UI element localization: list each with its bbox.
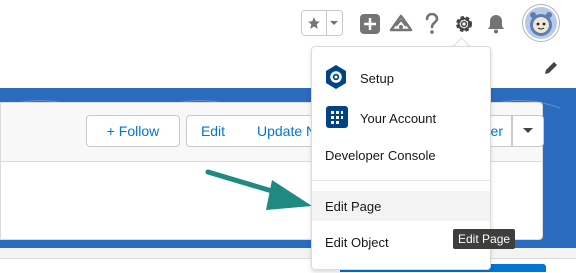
menu-divider [312, 180, 490, 181]
gear-icon [326, 65, 346, 89]
chevron-down-icon [523, 128, 533, 133]
pencil-icon[interactable] [543, 60, 559, 76]
edit-button[interactable]: Edit [186, 115, 240, 147]
add-icon[interactable] [358, 12, 382, 36]
menu-item-your-account[interactable]: Your Account [312, 101, 490, 135]
update-button[interactable]: Update N [239, 115, 315, 147]
more-actions-button[interactable] [512, 115, 544, 147]
follow-button[interactable]: + Follow [86, 115, 180, 147]
tooltip: Edit Page [453, 229, 516, 249]
menu-item-developer-console[interactable]: Developer Console [312, 143, 490, 167]
annotation-arrow [205, 169, 312, 210]
bell-icon[interactable] [484, 12, 508, 36]
chevron-down-icon[interactable] [326, 11, 342, 35]
gear-icon[interactable] [452, 12, 476, 36]
help-icon[interactable] [421, 11, 443, 37]
trailhead-icon[interactable] [388, 12, 414, 36]
star-icon[interactable] [302, 11, 327, 35]
account-icon [326, 106, 348, 128]
menu-item-setup[interactable]: Setup [312, 61, 490, 95]
astro-avatar-icon[interactable] [523, 5, 559, 41]
favorites-button-group [301, 10, 343, 36]
menu-item-edit-page[interactable]: Edit Page [312, 191, 490, 221]
